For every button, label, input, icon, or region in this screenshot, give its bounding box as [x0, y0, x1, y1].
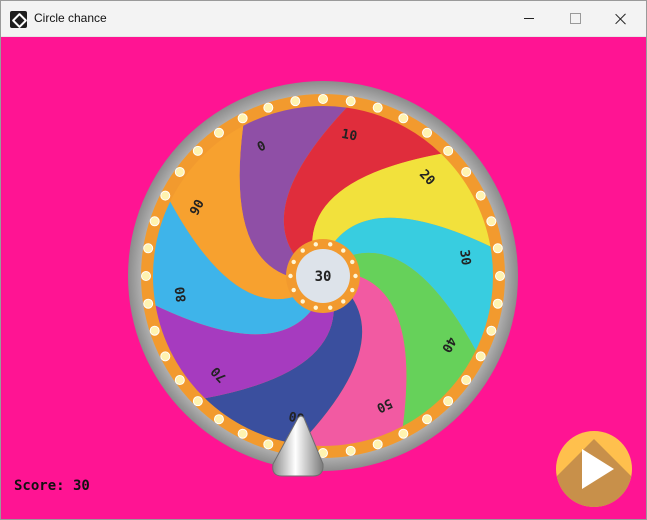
- hub-bulb: [350, 287, 355, 293]
- rim-bulb: [290, 96, 301, 107]
- hub-bulb: [300, 248, 305, 253]
- title-bar[interactable]: Circle chance: [1, 1, 646, 37]
- rim-bulb: [213, 127, 224, 138]
- rim-bulb: [192, 396, 203, 407]
- rim-bulb: [174, 166, 185, 177]
- rim-bulb: [174, 375, 185, 386]
- segment-label: 10: [340, 127, 358, 145]
- segment-label: 80: [173, 285, 190, 303]
- minimize-button[interactable]: [506, 1, 552, 36]
- hub-bulb: [350, 259, 355, 265]
- window-title: Circle chance: [34, 11, 107, 25]
- rim-bulb: [475, 190, 486, 201]
- rim-bulb: [492, 298, 503, 309]
- rim-bulb: [318, 94, 328, 104]
- score-display: Score: 30: [14, 478, 90, 494]
- rim-bulb: [160, 190, 171, 201]
- prize-wheel[interactable]: 0102030405060708090 30: [1, 36, 646, 519]
- rim-bulb: [149, 216, 160, 227]
- rim-bulb: [398, 428, 409, 439]
- hub-bulb: [291, 287, 296, 293]
- rim-bulb: [398, 113, 409, 124]
- rim-bulb: [141, 271, 151, 281]
- hub-bulb: [291, 259, 296, 265]
- rim-bulb: [461, 166, 472, 177]
- play-button[interactable]: [556, 431, 632, 507]
- hub-bulb: [341, 299, 346, 304]
- game-canvas: 0 10 20 30 40 50 60 70 80 90 30 Score: 30: [1, 36, 646, 519]
- rim-bulb: [213, 414, 224, 425]
- rim-bulb: [263, 439, 274, 450]
- rim-bulb: [372, 102, 383, 113]
- hub-bulb: [300, 299, 305, 304]
- rim-bulb: [495, 271, 505, 281]
- play-icon: [582, 449, 614, 489]
- rim-bulb: [461, 375, 472, 386]
- minimize-icon: [524, 18, 534, 19]
- rim-bulb: [143, 243, 154, 254]
- rim-bulb: [345, 96, 356, 107]
- rim-bulb: [492, 243, 503, 254]
- rim-bulb: [443, 396, 454, 407]
- hub-bulb: [328, 242, 333, 247]
- hub-bulb: [328, 305, 333, 310]
- rim-bulb: [486, 325, 497, 336]
- rim-bulb: [475, 351, 486, 362]
- close-icon: [615, 13, 627, 25]
- hub-bulb: [288, 273, 293, 279]
- maximize-icon: [569, 13, 581, 24]
- rim-bulb: [486, 216, 497, 227]
- rim-bulb: [443, 145, 454, 156]
- center-value: 30: [315, 269, 332, 285]
- rim-bulb: [149, 325, 160, 336]
- segment-label: 30: [456, 249, 473, 267]
- rim-bulb: [372, 439, 383, 450]
- hub-bulb: [341, 248, 346, 253]
- rim-bulb: [263, 102, 274, 113]
- close-button[interactable]: [598, 1, 644, 36]
- rim-bulb: [422, 414, 433, 425]
- rim-bulb: [237, 428, 248, 439]
- rim-bulb: [192, 145, 203, 156]
- app-logo-icon: [10, 11, 27, 28]
- hub-bulb: [353, 273, 358, 279]
- game-window: Circle chance 0 10 20 30 40 50 60 70 80 90: [0, 0, 647, 520]
- rim-bulb: [422, 127, 433, 138]
- hub-bulb: [313, 305, 318, 310]
- rim-bulb: [160, 351, 171, 362]
- rim-bulb: [237, 113, 248, 124]
- hub-bulb: [313, 242, 318, 247]
- rim-bulb: [143, 298, 154, 309]
- rim-bulb: [345, 445, 356, 456]
- maximize-button[interactable]: [552, 1, 598, 36]
